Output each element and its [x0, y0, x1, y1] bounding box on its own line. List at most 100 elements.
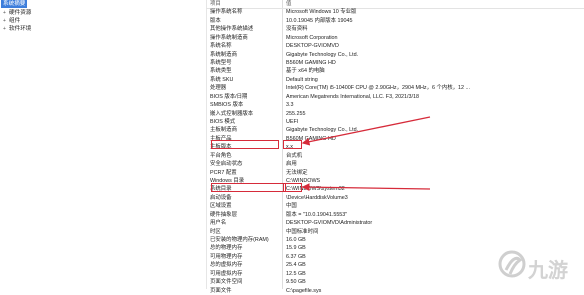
row-value: 台式机 [286, 152, 303, 159]
row-value: Gigabyte Technology Co., Ltd. [286, 51, 359, 58]
row-value: 没有资料 [286, 26, 308, 33]
row-value: C:\pagefile.sys [286, 287, 322, 294]
table-row[interactable]: 操作系统名称 Microsoft Windows 10 专业版 [206, 8, 584, 16]
table-row[interactable]: 时区 中国标准时间 [206, 228, 584, 236]
row-value: 中国 [286, 203, 297, 210]
row-item: 页面文件 [210, 287, 232, 294]
table-row[interactable]: 系统名称 DESKTOP-GVIOMVD [206, 42, 584, 50]
row-item: 版本 [210, 17, 221, 24]
table-row[interactable]: 系统 SKU Default string [206, 76, 584, 84]
tree-item-label: 组件 [9, 18, 21, 24]
secure-boot-highlight-box [211, 183, 286, 192]
tree-item-label: 软件环境 [9, 26, 32, 32]
row-item: 系统类型 [210, 68, 232, 75]
row-item: BIOS 版本/日期 [210, 93, 248, 100]
row-value: Microsoft Corporation [286, 34, 338, 41]
watermark-text: 九游 [528, 260, 568, 282]
table-row[interactable]: 系统制造商 Gigabyte Technology Co., Ltd. [206, 51, 584, 59]
table-row[interactable]: 其他操作系统描述 没有资料 [206, 25, 584, 33]
row-value: \Device\HarddiskVolume3 [286, 194, 348, 201]
bios-mode-highlight-box [211, 140, 279, 149]
row-item: 操作系统名称 [210, 9, 243, 16]
table-row[interactable]: 区域设置 中国 [206, 202, 584, 210]
row-value: 基于 x64 的电脑 [286, 68, 325, 75]
table-row[interactable]: BIOS 模式 UEFI [206, 118, 584, 126]
table-row[interactable]: 处理器 Intel(R) Core(TM) i5-10400F CPU @ 2.9… [206, 84, 584, 92]
row-value: 255.255 [286, 110, 306, 117]
column-header-item[interactable]: 项目 [210, 0, 282, 8]
table-row[interactable]: 页面文件 C:\pagefile.sys [206, 287, 584, 295]
watermark: 九游 [496, 248, 576, 284]
table-row[interactable]: 主板制造商 Gigabyte Technology Co., Ltd. [206, 126, 584, 134]
row-item: 可用虚拟内存 [210, 270, 243, 277]
tree-item-components[interactable]: + 组件 [3, 17, 20, 25]
row-value: C:\WINDOWS [286, 178, 321, 185]
table-row[interactable]: 操作系统制造商 Microsoft Corporation [206, 34, 584, 42]
row-value: B560M GAMING HD [286, 60, 336, 66]
table-row[interactable]: 安全启动状态 启用 [206, 160, 584, 168]
table-row[interactable]: 嵌入式控制器版本 255.255 [206, 110, 584, 118]
tree-item-label: 硬件资源 [9, 10, 32, 16]
row-item: 系统名称 [210, 43, 232, 50]
row-item: 处理器 [210, 85, 227, 92]
row-item: 时区 [210, 228, 221, 235]
tree-item-software-environment[interactable]: + 软件环境 [3, 25, 31, 33]
tree-item-hardware-resources[interactable]: + 硬件资源 [3, 9, 31, 17]
row-value: C:\WINDOWS\system32 [286, 186, 345, 193]
table-row[interactable]: BIOS 版本/日期 American Megatrends Internatio… [206, 93, 584, 101]
bios-mode-value-highlight-box [283, 140, 302, 149]
row-item: 用户名 [210, 220, 227, 227]
table-row[interactable]: 启动设备 \Device\HarddiskVolume3 [206, 194, 584, 202]
row-value: 版本 = "10.0.19041.5553" [286, 211, 348, 218]
table-row[interactable]: 平台角色 台式机 [206, 152, 584, 160]
row-item: PCR7 配置 [210, 169, 237, 176]
row-item: 系统 SKU [210, 76, 234, 83]
row-item: 嵌入式控制器版本 [210, 110, 254, 117]
row-item: 操作系统制造商 [210, 34, 248, 41]
row-value: DESKTOP-GVIOMVD\Administrator [286, 220, 373, 227]
row-item: 区域设置 [210, 203, 232, 210]
row-value: 10.0.19045 内部版本 19045 [286, 17, 353, 24]
row-item: 可用物理内存 [210, 253, 243, 260]
row-value: Default string [286, 76, 318, 83]
row-item: BIOS 模式 [210, 119, 236, 126]
row-item: 总的虚拟内存 [210, 262, 243, 269]
row-item: SMBIOS 版本 [210, 102, 244, 109]
row-value: 中国标准时间 [286, 228, 319, 235]
table-row[interactable]: 系统类型 基于 x64 的电脑 [206, 67, 584, 75]
row-item: 硬件抽象层 [210, 211, 237, 218]
row-value: 3.3 [286, 102, 294, 109]
row-value: DESKTOP-GVIOMVD [286, 43, 339, 50]
row-value: UEFI [286, 119, 299, 126]
table-row[interactable]: 用户名 DESKTOP-GVIOMVD\Administrator [206, 219, 584, 227]
row-item: 主板制造商 [210, 127, 237, 134]
row-item: 其他操作系统描述 [210, 26, 254, 33]
table-row[interactable]: 版本 10.0.19045 内部版本 19045 [206, 17, 584, 25]
table-row[interactable]: PCR7 配置 无法绑定 [206, 169, 584, 177]
row-value: 16.0 GB [286, 237, 306, 244]
row-item: 已安装的物理内存(RAM) [210, 237, 269, 244]
table-row[interactable]: 已安装的物理内存(RAM) 16.0 GB [206, 236, 584, 244]
row-value: 无法绑定 [286, 169, 308, 176]
row-value: 启用 [286, 161, 297, 168]
table-row[interactable]: 硬件抽象层 版本 = "10.0.19041.5553" [206, 211, 584, 219]
table-row[interactable]: 系统型号 B560M GAMING HD [206, 59, 584, 67]
row-item: 系统型号 [210, 60, 232, 66]
row-item: 总的物理内存 [210, 245, 243, 252]
system-info-tree: 系统摘要 + 硬件资源 + 组件 + 软件环境 [0, 0, 205, 289]
row-value: Intel(R) Core(TM) i5-10400F CPU @ 2.90GH… [286, 85, 471, 92]
row-item: 安全启动状态 [210, 161, 243, 168]
row-item: 平台角色 [210, 152, 232, 159]
row-item: 系统制造商 [210, 51, 237, 58]
table-row[interactable]: SMBIOS 版本 3.3 [206, 101, 584, 109]
row-value: x.x [286, 144, 293, 151]
row-value: B560M GAMING HD [286, 135, 336, 142]
column-header-value[interactable]: 值 [286, 0, 576, 8]
row-item: 页面文件空间 [210, 279, 243, 286]
tree-root-system-summary[interactable]: 系统摘要 [1, 0, 28, 8]
row-item: 启动设备 [210, 194, 232, 201]
secure-boot-value-highlight-box [283, 183, 302, 192]
row-value: American Megatrends International, LLC. … [286, 93, 420, 100]
row-value: Microsoft Windows 10 专业版 [286, 9, 357, 16]
row-value: Gigabyte Technology Co., Ltd. [286, 127, 359, 134]
